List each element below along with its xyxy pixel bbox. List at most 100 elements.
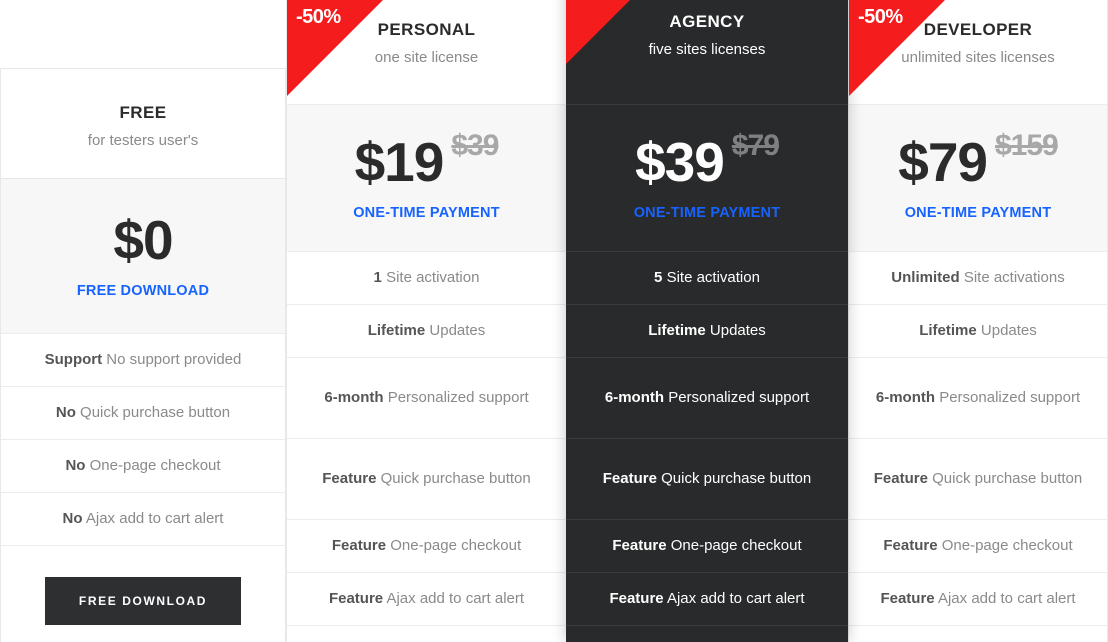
- feature-text: Ajax add to cart alert: [386, 589, 525, 607]
- feature-row: 1 Site activation: [287, 252, 566, 305]
- feature-row: 6-month Personalized support: [566, 358, 848, 439]
- price-current: $79: [898, 131, 988, 193]
- free-download-button[interactable]: FREE DOWNLOAD: [44, 577, 242, 625]
- plan-name: DEVELOPER: [923, 20, 1033, 39]
- feature-bold: Unlimited: [891, 268, 960, 286]
- feature-row: Feature One-page checkout: [566, 520, 848, 573]
- price-note: ONE-TIME PAYMENT: [633, 205, 781, 221]
- feature-row: Feature Quick purchase button: [849, 439, 1107, 520]
- plan-header-free: FREE for testers user's: [1, 69, 285, 179]
- feature-bold: Lifetime: [367, 321, 426, 339]
- price-current: $19: [354, 131, 445, 193]
- price-block-personal: $19 $39 ONE-TIME PAYMENT: [287, 104, 566, 252]
- feature-row: Feature Quick purchase button: [287, 439, 566, 520]
- feature-text: Personalized support: [668, 388, 810, 406]
- feature-row: Support No support provided: [1, 334, 285, 387]
- feature-text: Personalized support: [939, 388, 1081, 406]
- price-block-free: $0 FREE DOWNLOAD: [1, 179, 285, 334]
- pricing-column-personal: -50% PERSONAL one site license $19 $39 O…: [286, 0, 567, 642]
- feature-text: Ajax add to cart alert: [85, 509, 224, 527]
- price-original: $159: [995, 129, 1059, 162]
- price-note: ONE-TIME PAYMENT: [353, 205, 500, 221]
- feature-text: Updates: [429, 321, 486, 339]
- feature-row: Lifetime Updates: [566, 305, 848, 358]
- feature-bold: 1: [373, 268, 382, 286]
- plan-subtitle: one site license: [374, 49, 479, 66]
- price-row: $0: [113, 209, 173, 271]
- feature-bold: Feature: [612, 536, 667, 554]
- feature-text: Personalized support: [387, 388, 529, 406]
- feature-text: Quick purchase button: [80, 403, 231, 421]
- pricing-column-free: FREE for testers user's $0 FREE DOWNLOAD…: [0, 68, 286, 642]
- pricing-column-developer: -50% DEVELOPER unlimited sites licenses …: [848, 0, 1108, 642]
- plan-header-personal: PERSONAL one site license: [287, 0, 566, 104]
- feature-text: Ajax add to cart alert: [666, 589, 805, 607]
- feature-bold: No: [55, 403, 76, 421]
- feature-bold: Feature: [883, 536, 938, 554]
- feature-row: Lifetime Updates: [287, 305, 566, 358]
- price-row: $79 $159: [898, 131, 1059, 193]
- feature-bold: No: [65, 456, 86, 474]
- feature-text: Quick purchase button: [661, 469, 812, 487]
- feature-bold: No: [62, 509, 83, 527]
- plan-header-agency: AGENCY five sites licenses: [566, 0, 848, 104]
- feature-row: Feature Ajax add to cart alert: [287, 573, 566, 626]
- feature-row: No Quick purchase button: [1, 387, 285, 440]
- feature-text: One-page checkout: [89, 456, 221, 474]
- feature-text: Updates: [980, 321, 1037, 339]
- price-row: $39 $79: [635, 131, 780, 193]
- price-note: FREE DOWNLOAD: [76, 283, 210, 299]
- price-row: $19 $39: [354, 131, 500, 193]
- feature-bold: Lifetime: [648, 321, 706, 339]
- feature-text: One-page checkout: [941, 536, 1073, 554]
- feature-bold: Feature: [880, 589, 935, 607]
- feature-text: Quick purchase button: [380, 469, 531, 487]
- price-current: $39: [635, 131, 725, 193]
- feature-bold: 6-month: [604, 388, 665, 406]
- feature-bold: 6-month: [324, 388, 384, 406]
- pricing-table: FREE for testers user's $0 FREE DOWNLOAD…: [0, 0, 1108, 642]
- feature-bold: Lifetime: [919, 321, 977, 339]
- plan-subtitle: unlimited sites licenses: [901, 49, 1055, 66]
- price-note: ONE-TIME PAYMENT: [904, 205, 1052, 221]
- feature-text: One-page checkout: [390, 536, 522, 554]
- feature-row: Feature One-page checkout: [287, 520, 566, 573]
- plan-name: AGENCY: [669, 12, 745, 31]
- price-block-developer: $79 $159 ONE-TIME PAYMENT: [849, 104, 1107, 252]
- feature-text: Quick purchase button: [932, 469, 1083, 487]
- feature-text: Updates: [709, 321, 766, 339]
- feature-text: Site activation: [666, 268, 760, 286]
- feature-row: No Ajax add to cart alert: [1, 493, 285, 546]
- feature-bold: Feature: [322, 469, 377, 487]
- feature-text: Site activation: [386, 268, 480, 286]
- feature-bold: 6-month: [875, 388, 936, 406]
- plan-subtitle: for testers user's: [87, 132, 199, 149]
- feature-row: Feature Quick purchase button: [566, 439, 848, 520]
- price-original: $79: [731, 129, 780, 162]
- feature-text: Site activations: [963, 268, 1065, 286]
- feature-text: Ajax add to cart alert: [937, 589, 1076, 607]
- feature-bold: Feature: [328, 589, 384, 607]
- price-current: $0: [113, 209, 173, 271]
- feature-row: 6-month Personalized support: [849, 358, 1107, 439]
- feature-row: Feature One-page checkout: [849, 520, 1107, 573]
- feature-row: 6-month Personalized support: [287, 358, 566, 439]
- feature-row: No One-page checkout: [1, 440, 285, 493]
- plan-subtitle: five sites licenses: [648, 41, 766, 58]
- price-original: $39: [451, 129, 499, 162]
- feature-bold: 5: [654, 268, 663, 286]
- feature-row: 5 Site activation: [566, 252, 848, 305]
- feature-bold: Feature: [602, 469, 657, 487]
- plan-header-developer: DEVELOPER unlimited sites licenses: [849, 0, 1107, 104]
- cta-container: FREE DOWNLOAD: [1, 546, 285, 625]
- plan-name: FREE: [119, 103, 167, 122]
- plan-name: PERSONAL: [377, 20, 476, 39]
- feature-bold: Feature: [873, 469, 928, 487]
- pricing-column-agency: -50% AGENCY five sites licenses $39 $79 …: [566, 0, 848, 642]
- feature-row: Lifetime Updates: [849, 305, 1107, 358]
- feature-text: No support provided: [106, 350, 242, 368]
- feature-bold: Feature: [609, 589, 664, 607]
- feature-row: Feature Ajax add to cart alert: [566, 573, 848, 626]
- feature-bold: Feature: [331, 536, 387, 554]
- feature-text: One-page checkout: [670, 536, 802, 554]
